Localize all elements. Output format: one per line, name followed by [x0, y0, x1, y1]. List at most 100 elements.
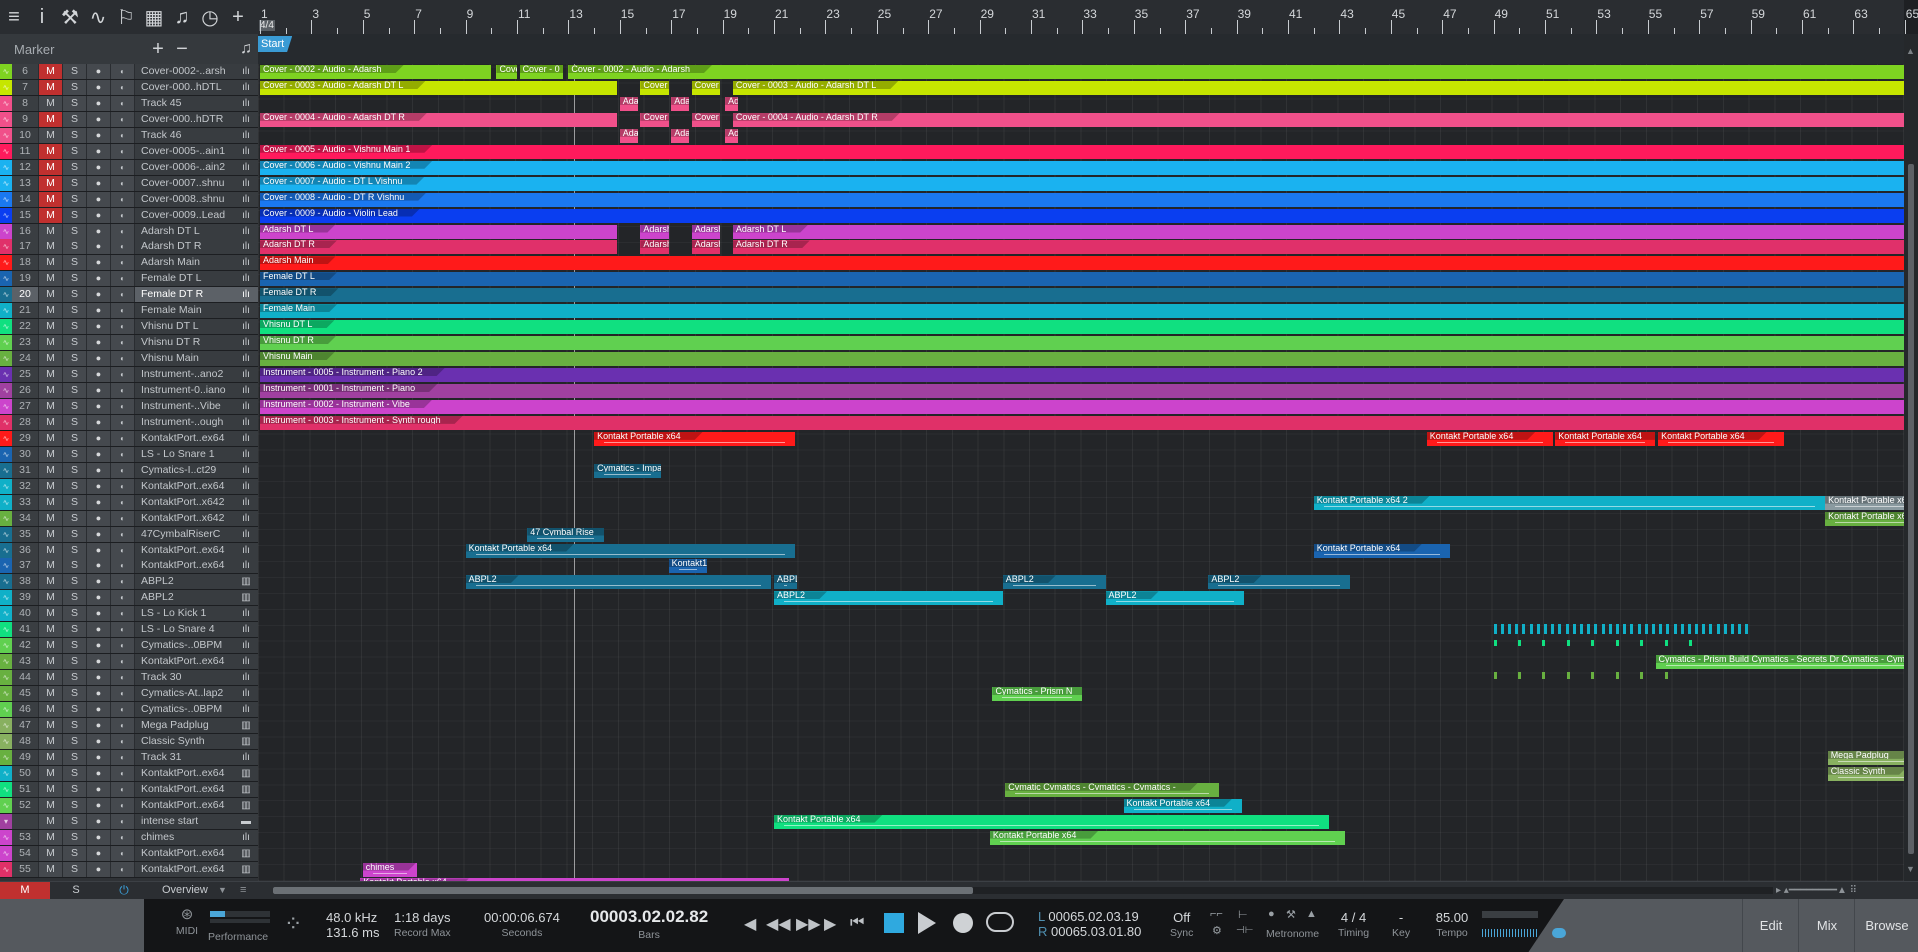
track-row[interactable]: ∿ 37 M S ● ◐ KontaktPort..ex64 ılı: [0, 558, 258, 575]
track-row[interactable]: ∿ 51 M S ● ◐ KontaktPort..ex64 ▥: [0, 781, 258, 798]
solo-button[interactable]: S: [62, 829, 86, 845]
event-clip[interactable]: Cvmatic Cvmatics - Cvmatics - Cvmatics -: [1005, 782, 1219, 797]
master-toggle[interactable]: [1552, 928, 1566, 938]
track-row[interactable]: ∿ 28 M S ● ◐ Instrument-..ough ılı: [0, 414, 258, 431]
monitor-button[interactable]: ◐: [110, 64, 134, 79]
monitor-button[interactable]: ◐: [110, 590, 134, 606]
drum-hit[interactable]: [1572, 624, 1576, 635]
vertical-scroll-thumb[interactable]: [1908, 164, 1914, 854]
solo-button[interactable]: S: [62, 717, 86, 733]
record-arm-button[interactable]: ●: [86, 606, 110, 622]
fast-forward-icon[interactable]: ▶▶: [796, 914, 821, 934]
monitor-button[interactable]: ◐: [110, 622, 134, 638]
drum-hit[interactable]: [1659, 624, 1663, 635]
track-color-icon[interactable]: ∿: [0, 733, 12, 749]
track-color-icon[interactable]: ∿: [0, 845, 12, 861]
track-color-icon[interactable]: ∿: [0, 829, 12, 845]
mute-button[interactable]: M: [38, 255, 62, 271]
event-clip[interactable]: Mega Padplug: [1827, 750, 1904, 765]
track-color-icon[interactable]: ∿: [0, 606, 12, 622]
mute-button[interactable]: M: [38, 670, 62, 686]
monitor-button[interactable]: ◐: [110, 686, 134, 702]
track-name[interactable]: ABPL2: [134, 574, 234, 590]
event-clip[interactable]: Adarsh DT R: [732, 240, 1904, 255]
mute-button[interactable]: M: [38, 590, 62, 606]
mute-button[interactable]: M: [38, 686, 62, 702]
drum-hit[interactable]: [1637, 624, 1641, 635]
arrange-view[interactable]: Cover - 0002 - Audio - Adarsh Cover - 000…: [258, 64, 1904, 881]
nudge-forward-icon[interactable]: ▶: [824, 914, 836, 934]
monitor-button[interactable]: ◐: [110, 79, 134, 95]
solo-button[interactable]: S: [62, 606, 86, 622]
scroll-down-icon[interactable]: ▼: [1906, 864, 1915, 874]
track-color-icon[interactable]: ∿: [0, 335, 12, 351]
drum-hit[interactable]: [1651, 624, 1655, 635]
event-clip[interactable]: Kontakt Portable x64 2: [1313, 495, 1826, 510]
grid-icon[interactable]: ▦: [140, 0, 168, 34]
drum-hit[interactable]: [1688, 640, 1692, 647]
record-arm-button[interactable]: ●: [86, 590, 110, 606]
autopunch-icon[interactable]: ⊣⊢: [1236, 925, 1253, 936]
solo-button[interactable]: S: [62, 287, 86, 303]
mute-button[interactable]: M: [38, 239, 62, 255]
drum-hit[interactable]: [1673, 624, 1677, 635]
track-color-icon[interactable]: ∿: [0, 574, 12, 590]
event-clip[interactable]: Instrument - 0005 - Instrument - Piano 2: [260, 368, 1904, 383]
record-arm-button[interactable]: ●: [86, 223, 110, 239]
solo-button[interactable]: S: [62, 654, 86, 670]
drum-hit[interactable]: [1500, 624, 1504, 635]
track-color-icon[interactable]: ∿: [0, 159, 12, 175]
event-clip[interactable]: Classic Synth: [1827, 766, 1904, 781]
track-name[interactable]: Track 30: [134, 670, 234, 686]
mute-button[interactable]: M: [38, 526, 62, 542]
solo-button[interactable]: S: [62, 127, 86, 143]
drum-hit[interactable]: [1558, 624, 1562, 635]
record-button[interactable]: [953, 913, 973, 933]
mute-button[interactable]: M: [38, 367, 62, 383]
track-name[interactable]: Instrument-0..iano: [134, 383, 234, 398]
monitor-button[interactable]: ◐: [110, 494, 134, 510]
solo-button[interactable]: S: [62, 319, 86, 335]
event-clip[interactable]: Kontakt Portable x64: [1123, 798, 1242, 813]
info-icon[interactable]: i: [28, 0, 56, 34]
track-row[interactable]: ∿ 14 M S ● ◐ Cover-0008..shnu ılı: [0, 191, 258, 208]
record-arm-button[interactable]: ●: [86, 367, 110, 383]
solo-button[interactable]: S: [62, 111, 86, 127]
record-arm-button[interactable]: ●: [86, 733, 110, 749]
track-name[interactable]: Cover-000..hDTL: [134, 79, 234, 95]
overview-select[interactable]: Overview: [162, 882, 208, 899]
track-row[interactable]: ∿ 7 M S ● ◐ Cover-000..hDTL ılı: [0, 79, 258, 96]
event-clip[interactable]: Kontakt Portable x64: [465, 543, 795, 558]
monitor-button[interactable]: ◐: [110, 111, 134, 127]
track-color-icon[interactable]: ∿: [0, 414, 12, 430]
track-name[interactable]: KontaktPort..ex64: [134, 478, 234, 494]
mute-button[interactable]: M: [38, 159, 62, 175]
track-row[interactable]: ∿ 8 M S ● ◐ Track 45 ılı: [0, 95, 258, 112]
record-arm-button[interactable]: ●: [86, 127, 110, 143]
track-name[interactable]: Adarsh DT R: [134, 239, 234, 255]
solo-button[interactable]: S: [62, 175, 86, 191]
track-row[interactable]: ∿ 32 M S ● ◐ KontaktPort..ex64 ılı: [0, 478, 258, 495]
monitor-button[interactable]: ◐: [110, 606, 134, 622]
event-clip[interactable]: Adarsh DT R: [640, 240, 669, 255]
event-clip[interactable]: Kontakt1: [668, 559, 708, 574]
event-clip[interactable]: ABPL2: [1002, 575, 1106, 590]
drum-hit[interactable]: [1716, 624, 1720, 635]
track-name[interactable]: Classic Synth: [134, 733, 234, 749]
drum-hit[interactable]: [1702, 624, 1706, 635]
track-name[interactable]: Cymatics-At..lap2: [134, 686, 234, 702]
event-clip[interactable]: Vhisnu DT R: [260, 336, 1904, 351]
solo-button[interactable]: S: [62, 79, 86, 95]
event-clip[interactable]: Adarsh: [725, 128, 738, 143]
solo-button[interactable]: S: [62, 255, 86, 271]
solo-button[interactable]: S: [62, 335, 86, 351]
event-clip[interactable]: Vhisnu Main: [260, 352, 1904, 367]
solo-button[interactable]: S: [62, 686, 86, 702]
drum-hit[interactable]: [1551, 624, 1555, 635]
precount-icon[interactable]: ⌐⌐: [1210, 908, 1223, 920]
track-row[interactable]: ∿ 39 M S ● ◐ ABPL2 ▥: [0, 590, 258, 607]
monitor-button[interactable]: ◐: [110, 861, 134, 877]
monitor-button[interactable]: ◐: [110, 255, 134, 271]
mute-button[interactable]: M: [38, 813, 62, 829]
solo-button[interactable]: S: [62, 590, 86, 606]
